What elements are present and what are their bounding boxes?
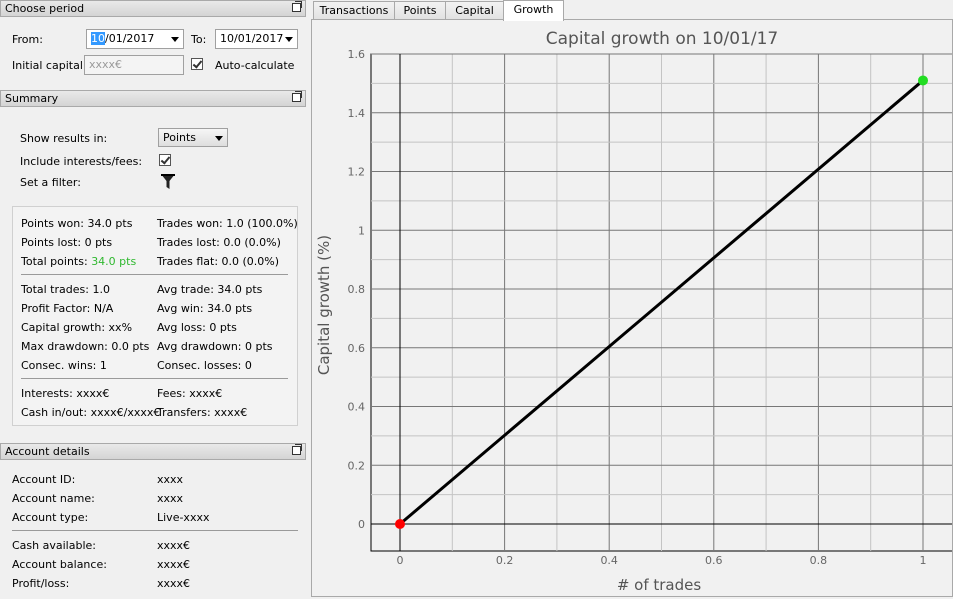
account-balance-value: xxxx€: [157, 558, 191, 571]
cash-available-value: xxxx€: [157, 539, 191, 552]
tab-label: Transactions: [319, 4, 389, 17]
tab-label: Growth: [513, 3, 554, 16]
x-tick-label: 0.2: [496, 554, 513, 567]
account-id-value: xxxx: [157, 473, 184, 486]
y-tick-label: 0: [358, 518, 365, 531]
undock-icon[interactable]: [292, 444, 302, 455]
show-results-value: Points: [163, 131, 197, 144]
trades-flat: Trades flat: 0.0 (0.0%): [157, 255, 280, 268]
chevron-down-icon: [215, 136, 223, 141]
undock-icon[interactable]: [292, 1, 302, 12]
account-type-label: Account type:: [12, 511, 89, 524]
avg-trade: Avg trade: 34.0 pts: [157, 283, 263, 296]
account-details-header[interactable]: Account details: [0, 443, 306, 460]
include-interests-label: Include interests/fees:: [20, 155, 143, 168]
choose-period-title: Choose period: [5, 2, 85, 15]
chevron-down-icon: [171, 37, 179, 42]
points-won: Points won: 34.0 pts: [21, 217, 133, 230]
profit-factor: Profit Factor: N/A: [21, 302, 114, 315]
summary-title: Summary: [5, 92, 59, 105]
account-name-value: xxxx: [157, 492, 184, 505]
from-date-rest: /01/2017: [105, 32, 155, 45]
max-drawdown: Max drawdown: 0.0 pts: [21, 340, 150, 353]
to-date-value: 10/01/2017: [220, 32, 284, 45]
cash-available-label: Cash available:: [12, 539, 96, 552]
growth-chart-panel: Capital growth on 10/01/17 # of trades C…: [311, 19, 953, 597]
choose-period-header[interactable]: Choose period: [0, 0, 306, 17]
x-axis-label: # of trades: [617, 576, 702, 594]
show-results-combo[interactable]: Points: [158, 128, 228, 147]
profit-loss-value: xxxx€: [157, 577, 191, 590]
growth-chart: Capital growth on 10/01/17 # of trades C…: [315, 29, 953, 594]
trades-lost: Trades lost: 0.0 (0.0%): [157, 236, 281, 249]
x-tick-label: 0.8: [810, 554, 828, 567]
interests: Interests: xxxx€: [21, 387, 110, 400]
tab-points[interactable]: Points: [394, 1, 446, 20]
tab-label: Capital: [455, 4, 494, 17]
to-label: To:: [191, 33, 207, 46]
tab-transactions[interactable]: Transactions: [313, 1, 395, 20]
include-interests-checkbox[interactable]: [159, 154, 171, 166]
y-tick-label: 0.8: [348, 283, 366, 296]
y-tick-label: 1.4: [348, 107, 366, 120]
initial-capital-placeholder: xxxx€: [89, 58, 123, 71]
chart-title: Capital growth on 10/01/17: [546, 29, 779, 49]
x-tick-label: 0.6: [705, 554, 723, 567]
end-point: [918, 75, 928, 86]
y-tick-label: 1.6: [348, 48, 366, 61]
start-point: [395, 519, 405, 529]
avg-drawdown: Avg drawdown: 0 pts: [157, 340, 273, 353]
total-points-label: Total points:: [21, 255, 92, 268]
from-date-selected: 10: [91, 32, 105, 45]
consec-wins: Consec. wins: 1: [21, 359, 107, 372]
set-filter-label: Set a filter:: [20, 176, 81, 189]
x-tick-label: 0: [397, 554, 404, 567]
avg-loss: Avg loss: 0 pts: [157, 321, 237, 334]
to-date-combo[interactable]: 10/01/2017: [215, 29, 298, 49]
y-tick-label: 0.4: [348, 401, 366, 414]
initial-capital-label: Initial capital:: [12, 59, 87, 72]
chevron-down-icon: [285, 37, 293, 42]
points-lost: Points lost: 0 pts: [21, 236, 113, 249]
account-id-label: Account ID:: [12, 473, 76, 486]
account-type-value: Live-xxxx: [157, 511, 210, 524]
divider: [21, 274, 288, 275]
divider: [12, 530, 298, 531]
trades-won: Trades won: 1.0 (100.0%): [157, 217, 298, 230]
y-tick-label: 0.2: [348, 459, 366, 472]
account-balance-label: Account balance:: [12, 558, 107, 571]
fees: Fees: xxxx€: [157, 387, 223, 400]
summary-header[interactable]: Summary: [0, 90, 306, 107]
initial-capital-input[interactable]: xxxx€: [84, 55, 184, 75]
total-points: Total points: 34.0 pts: [21, 255, 136, 268]
left-panel: Choose period From: 10/01/2017 To: 10/01…: [0, 0, 308, 597]
tab-growth[interactable]: Growth: [503, 0, 564, 21]
account-details-title: Account details: [5, 445, 90, 458]
funnel-icon[interactable]: [160, 173, 176, 191]
profit-loss-label: Profit/loss:: [12, 577, 70, 590]
total-points-value: 34.0 pts: [91, 255, 137, 268]
y-axis-label: Capital growth (%): [315, 235, 333, 375]
account-name-label: Account name:: [12, 492, 95, 505]
x-tick-label: 0.4: [600, 554, 618, 567]
avg-win: Avg win: 34.0 pts: [157, 302, 253, 315]
auto-calculate-label: Auto-calculate: [215, 59, 295, 72]
tab-label: Points: [403, 4, 437, 17]
y-tick-label: 0.6: [348, 342, 366, 355]
divider: [21, 378, 288, 379]
show-results-label: Show results in:: [20, 132, 108, 145]
total-trades: Total trades: 1.0: [21, 283, 110, 296]
cash-in-out: Cash in/out: xxxx€/xxxx€: [21, 406, 161, 419]
x-tick-label: 1: [920, 554, 927, 567]
transfers: Transfers: xxxx€: [157, 406, 248, 419]
auto-calculate-checkbox[interactable]: [191, 58, 203, 70]
undock-icon[interactable]: [292, 91, 302, 102]
from-label: From:: [12, 33, 43, 46]
consec-losses: Consec. losses: 0: [157, 359, 252, 372]
from-date-combo[interactable]: 10/01/2017: [86, 29, 184, 49]
capital-growth: Capital growth: xx%: [21, 321, 133, 334]
y-tick-label: 1: [358, 224, 365, 237]
y-tick-label: 1.2: [348, 166, 366, 179]
tab-capital[interactable]: Capital: [445, 1, 504, 20]
